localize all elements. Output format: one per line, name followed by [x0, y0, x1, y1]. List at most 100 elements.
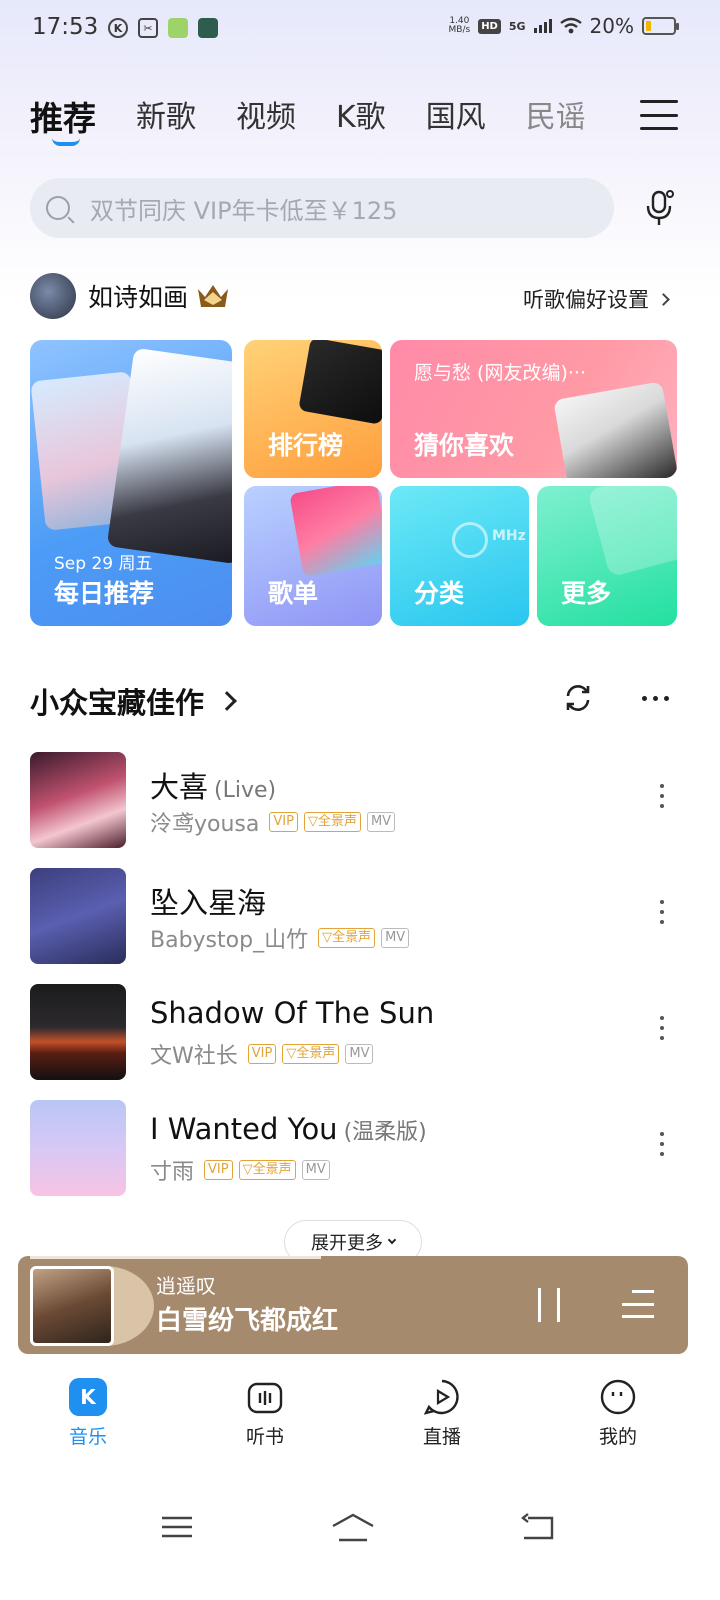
search-input[interactable]: 双节同庆 VIP年卡低至￥125	[30, 178, 614, 238]
chevron-right-icon	[657, 292, 670, 306]
more-label: 更多	[561, 579, 612, 608]
section-more-icon[interactable]	[642, 696, 669, 701]
song-more-icon[interactable]	[660, 1132, 664, 1156]
nav-label: 直播	[422, 1426, 461, 1448]
tab-video[interactable]: 视频	[236, 92, 296, 136]
guess-you-like-card[interactable]: 愿与愁 (网友改编)··· 猜你喜欢	[390, 340, 677, 478]
song-more-icon[interactable]	[660, 784, 664, 808]
notification-icons: K ✂	[108, 18, 218, 38]
user-row: 如诗如画 听歌偏好设置	[30, 272, 680, 320]
radio-dial-icon	[452, 522, 488, 558]
player-song: 白雪纷飞都成红	[156, 1306, 339, 1336]
scissors-notification-icon: ✂	[138, 18, 158, 38]
app-notification-icon	[168, 18, 188, 38]
home-icon[interactable]	[330, 1512, 376, 1546]
microphone-icon	[646, 190, 674, 225]
chevron-down-icon	[387, 1235, 397, 1245]
playlist-cover-image	[289, 486, 382, 578]
tab-karaoke[interactable]: K歌	[336, 92, 386, 136]
music-icon: K	[69, 1378, 107, 1416]
battery-percent: 20%	[589, 14, 634, 38]
network-type: 5G	[508, 19, 526, 33]
menu-icon[interactable]	[640, 100, 678, 130]
nav-live[interactable]: 直播	[392, 1378, 492, 1449]
playlist-icon[interactable]	[622, 1290, 654, 1318]
song-row[interactable]: I Wanted You (温柔版) 寸雨 VIP ▽全景声 MV	[30, 1100, 680, 1196]
preference-label: 听歌偏好设置	[523, 288, 649, 312]
category-label: 分类	[414, 579, 465, 608]
active-tab-indicator	[52, 138, 80, 146]
mv-badge[interactable]: MV	[381, 928, 410, 948]
nav-music[interactable]: K 音乐	[38, 1378, 138, 1449]
k-notification-icon: K	[108, 18, 128, 38]
song-artist: Babystop_山竹	[150, 928, 309, 953]
song-artist: 文W社长	[150, 1044, 238, 1069]
daily-recommend-card[interactable]: Sep 29 周五 每日推荐	[30, 340, 232, 626]
chevron-right-icon	[217, 691, 237, 711]
section-header[interactable]: 小众宝藏佳作	[30, 680, 237, 722]
nav-label: 听书	[245, 1426, 284, 1448]
song-title: I Wanted You	[150, 1112, 338, 1146]
quality-badge: ▽全景声	[238, 1160, 296, 1180]
song-meta: Babystop_山竹 ▽全景声 MV	[150, 922, 410, 954]
tab-folk[interactable]: 民谣	[526, 92, 586, 136]
quality-badge: ▽全景声	[303, 812, 361, 832]
nav-label: 音乐	[68, 1426, 107, 1448]
vip-badge: VIP	[204, 1160, 233, 1180]
mini-player[interactable]: 逍遥叹 白雪纷飞都成红	[18, 1256, 688, 1354]
mv-badge[interactable]: MV	[366, 812, 396, 832]
player-artist: 逍遥叹	[156, 1274, 216, 1298]
song-cover	[30, 868, 126, 964]
refresh-button[interactable]	[562, 682, 594, 714]
recent-apps-icon[interactable]	[160, 1512, 194, 1546]
playlist-card[interactable]: 歌单	[244, 486, 382, 626]
song-cover	[30, 752, 126, 848]
playlist-label: 歌单	[268, 579, 319, 608]
rankings-cover-image	[298, 340, 382, 425]
system-navigation	[0, 1500, 720, 1560]
back-icon[interactable]	[520, 1512, 556, 1546]
search-placeholder: 双节同庆 VIP年卡低至￥125	[90, 196, 398, 225]
battery-level	[646, 21, 651, 31]
pause-icon[interactable]	[538, 1288, 560, 1322]
rankings-card[interactable]: 排行榜	[244, 340, 382, 478]
song-title-row: Shadow Of The Sun	[150, 996, 434, 1030]
song-row[interactable]: Shadow Of The Sun 文W社长 VIP ▽全景声 MV	[30, 984, 680, 1080]
song-row[interactable]: 大喜 (Live) 泠鸢yousa VIP ▽全景声 MV	[30, 752, 680, 848]
listening-preference-link[interactable]: 听歌偏好设置	[523, 284, 670, 314]
wifi-icon	[559, 17, 582, 34]
tab-new-songs[interactable]: 新歌	[136, 92, 196, 136]
battery-icon	[642, 17, 679, 35]
song-more-icon[interactable]	[660, 1016, 664, 1040]
song-artist: 寸雨	[150, 1160, 195, 1185]
quality-label: 全景声	[252, 1162, 292, 1177]
vip-badge: VIP	[269, 812, 298, 832]
song-meta: 寸雨 VIP ▽全景声 MV	[150, 1154, 330, 1186]
network-speed-unit: MB/s	[448, 25, 471, 35]
song-title-suffix: (Live)	[214, 778, 277, 803]
tab-guofeng[interactable]: 国风	[426, 92, 486, 136]
category-card[interactable]: MHz 分类	[390, 486, 529, 626]
daily-date: Sep 29 周五	[54, 554, 153, 574]
more-card[interactable]: 更多	[537, 486, 677, 626]
nav-audiobook[interactable]: 听书	[215, 1378, 315, 1449]
nav-mine[interactable]: 我的	[568, 1378, 668, 1449]
song-cover	[30, 984, 126, 1080]
song-cover	[30, 1100, 126, 1196]
voice-search-button[interactable]	[644, 188, 676, 228]
k-logo-icon: K	[69, 1378, 107, 1416]
user-name[interactable]: 如诗如画	[88, 278, 188, 314]
live-icon	[423, 1378, 461, 1416]
daily-label: 每日推荐	[54, 579, 155, 608]
mv-badge[interactable]: MV	[301, 1160, 330, 1180]
song-row[interactable]: 坠入星海 Babystop_山竹 ▽全景声 MV	[30, 868, 680, 964]
tab-recommend[interactable]: 推荐	[30, 92, 96, 146]
more-decoration	[587, 486, 677, 578]
guess-cover-photo	[553, 381, 677, 478]
song-more-icon[interactable]	[660, 900, 664, 924]
quality-badge: ▽全景声	[318, 928, 376, 948]
mv-badge[interactable]: MV	[345, 1044, 374, 1064]
avatar[interactable]	[30, 273, 76, 319]
vip-crown-icon	[198, 285, 229, 307]
signal-icon	[533, 19, 552, 33]
